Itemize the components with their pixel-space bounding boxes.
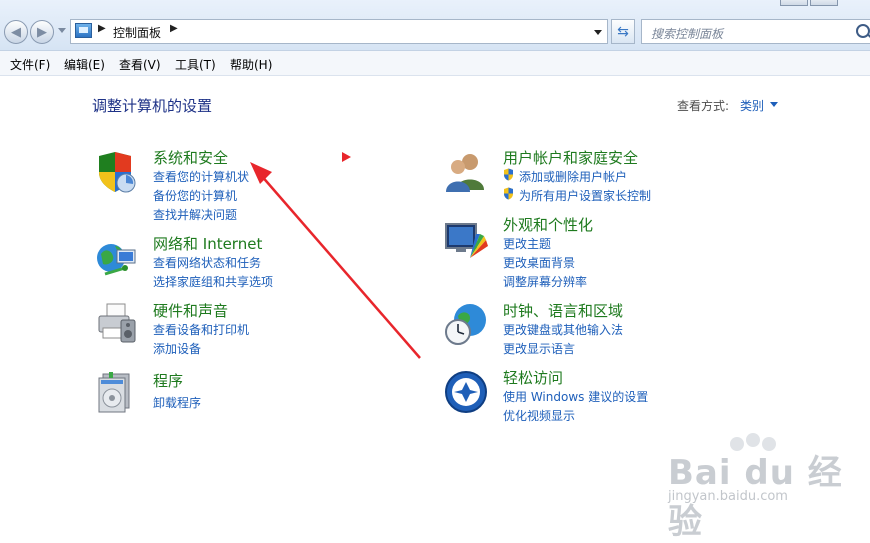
uac-shield-icon <box>504 168 513 181</box>
view-by-dropdown[interactable]: 类别 <box>740 97 764 114</box>
network-globe-icon[interactable] <box>95 236 139 280</box>
link-add-device[interactable]: 添加设备 <box>153 340 201 357</box>
link-windows-suggested-settings[interactable]: 使用 Windows 建议的设置 <box>503 388 648 405</box>
maximize-button[interactable] <box>810 0 838 6</box>
search-placeholder: 搜索控制面板 <box>651 27 724 41</box>
breadcrumb-control-panel[interactable]: 控制面板 <box>113 24 161 41</box>
menu-edit[interactable]: 编辑(E) <box>64 56 105 73</box>
breadcrumb-separator-icon[interactable]: ▶ <box>98 23 106 34</box>
search-icon[interactable] <box>856 24 870 38</box>
link-find-fix-problems[interactable]: 查找并解决问题 <box>153 206 237 223</box>
category-ease-of-access[interactable]: 轻松访问 <box>503 367 563 388</box>
uac-shield-icon <box>504 187 513 200</box>
back-button[interactable]: ◀ <box>4 20 28 44</box>
address-bar: ◀ ▶ ▶ 控制面板 ▶ ⇆ 搜索控制面板 <box>0 0 870 51</box>
menu-help[interactable]: 帮助(H) <box>230 56 272 73</box>
programs-icon[interactable] <box>95 370 139 414</box>
chevron-down-icon[interactable] <box>594 30 602 35</box>
address-field[interactable]: ▶ 控制面板 ▶ <box>70 19 608 44</box>
clock-globe-icon[interactable] <box>444 302 488 346</box>
link-keyboard-input[interactable]: 更改键盘或其他输入法 <box>503 321 623 338</box>
category-appearance[interactable]: 外观和个性化 <box>503 214 593 235</box>
shield-icon[interactable] <box>95 150 139 194</box>
page-title: 调整计算机的设置 <box>92 97 213 115</box>
control-panel-icon <box>75 23 92 38</box>
window-buttons <box>780 0 870 8</box>
menu-file[interactable]: 文件(F) <box>10 56 50 73</box>
search-input[interactable]: 搜索控制面板 <box>641 19 870 44</box>
forward-button[interactable]: ▶ <box>30 20 54 44</box>
monitor-palette-icon[interactable] <box>444 218 488 262</box>
ease-of-access-icon[interactable] <box>444 370 488 414</box>
menu-bar: 文件(F) 编辑(E) 查看(V) 工具(T) 帮助(H) <box>0 51 870 76</box>
category-clock-language-region[interactable]: 时钟、语言和区域 <box>503 300 623 321</box>
red-annotation-arrow <box>250 162 421 359</box>
arrow-left-icon: ◀ <box>11 24 21 40</box>
users-icon[interactable] <box>444 150 488 194</box>
category-system-security[interactable]: 系统和安全 <box>153 147 228 168</box>
refresh-icon: ⇆ <box>617 23 629 40</box>
chevron-down-icon[interactable] <box>770 102 778 107</box>
category-user-accounts[interactable]: 用户帐户和家庭安全 <box>503 147 638 168</box>
link-backup-computer[interactable]: 备份您的计算机 <box>153 187 237 204</box>
menu-view[interactable]: 查看(V) <box>119 56 161 73</box>
breadcrumb-separator-icon[interactable]: ▶ <box>170 23 178 34</box>
link-uninstall-program[interactable]: 卸载程序 <box>153 394 201 411</box>
menu-tools[interactable]: 工具(T) <box>175 56 216 73</box>
link-devices-printers[interactable]: 查看设备和打印机 <box>153 321 249 338</box>
link-display-language[interactable]: 更改显示语言 <box>503 340 575 357</box>
link-change-theme[interactable]: 更改主题 <box>503 235 551 252</box>
link-view-computer-status[interactable]: 查看您的计算机状 <box>153 168 249 185</box>
recent-pages-dropdown[interactable] <box>58 28 66 33</box>
printer-icon[interactable] <box>95 302 139 346</box>
link-add-remove-accounts[interactable]: 添加或删除用户帐户 <box>519 168 627 185</box>
arrow-right-icon: ▶ <box>37 24 47 40</box>
link-desktop-background[interactable]: 更改桌面背景 <box>503 254 575 271</box>
link-parental-controls[interactable]: 为所有用户设置家长控制 <box>519 187 651 204</box>
link-screen-resolution[interactable]: 调整屏幕分辨率 <box>503 273 587 290</box>
view-by-label: 查看方式: <box>677 99 730 113</box>
minimize-button[interactable] <box>780 0 808 6</box>
link-optimize-video[interactable]: 优化视频显示 <box>503 407 575 424</box>
category-hardware-sound[interactable]: 硬件和声音 <box>153 300 228 321</box>
refresh-button[interactable]: ⇆ <box>611 19 635 44</box>
watermark-url: jingyan.baidu.com <box>668 489 788 504</box>
category-programs[interactable]: 程序 <box>153 370 183 391</box>
